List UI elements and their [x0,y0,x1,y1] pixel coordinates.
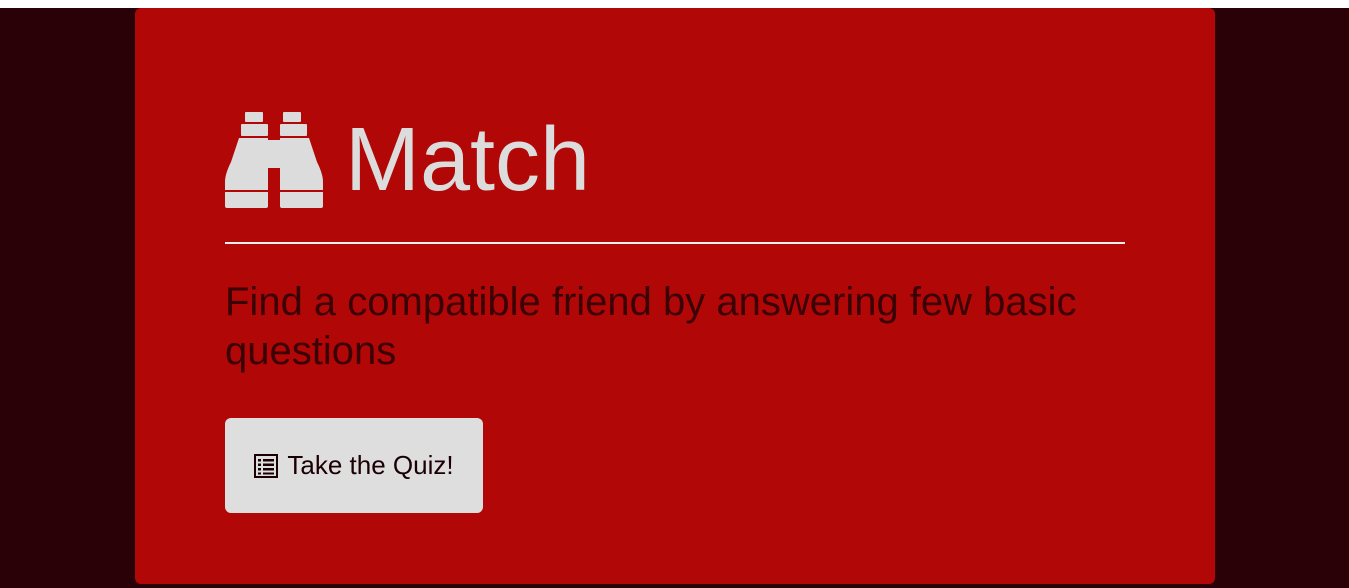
jumbotron-panel: Match Find a compatible friend by answer… [135,8,1215,584]
title-text: Match [345,110,591,210]
top-strip [0,0,1349,8]
lead-text: Find a compatible friend by answering fe… [225,280,1077,373]
list-alt-icon [254,453,279,478]
binoculars-icon [225,112,323,208]
page-title: Match [225,112,590,208]
divider [225,242,1125,244]
take-quiz-button[interactable]: Take the Quiz! [225,418,483,513]
take-quiz-label: Take the Quiz! [287,450,454,480]
